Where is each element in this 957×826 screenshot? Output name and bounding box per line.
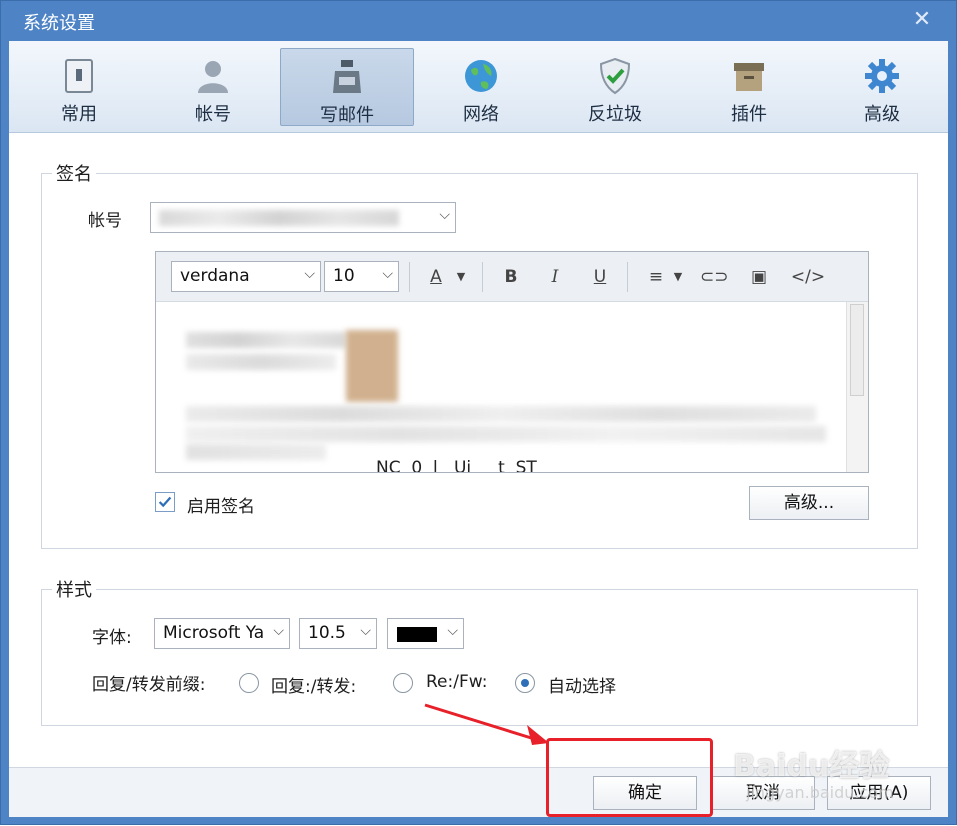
annotation-highlight-box bbox=[546, 738, 713, 817]
watermark-logo: Baidu经验 bbox=[733, 749, 890, 784]
settings-window: 系统设置 ✕ 常用 帐号 写邮件 网络 反垃圾 插件 高级 签名 帐号 ⌵ ve… bbox=[0, 0, 957, 825]
watermark-url: jingyan.baidu.com bbox=[746, 783, 894, 802]
annotation-arrow bbox=[424, 703, 549, 745]
